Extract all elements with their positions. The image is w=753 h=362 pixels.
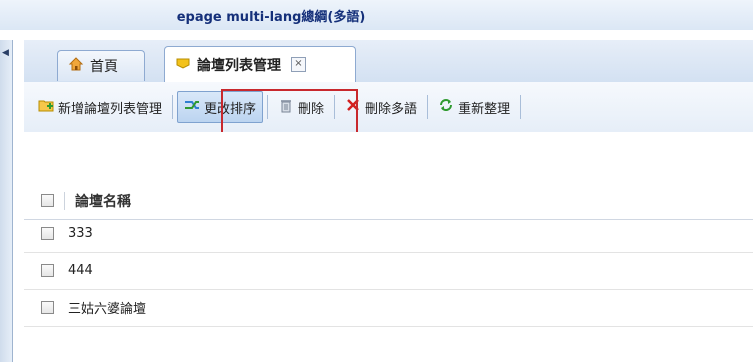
row-checkbox[interactable] [41, 301, 54, 314]
tab-forum-list-management[interactable]: 論壇列表管理 × [164, 46, 356, 82]
toolbar-separator [520, 95, 522, 119]
delete-multilang-label: 刪除多語 [365, 101, 418, 117]
shuffle-icon [184, 97, 200, 117]
forum-name-cell: 444 [68, 263, 93, 278]
column-separator [64, 191, 65, 210]
add-folder-icon [38, 97, 54, 117]
row-checkbox[interactable] [41, 227, 54, 240]
table-row[interactable]: 三姑六婆論壇 [24, 289, 753, 327]
window-title: epage multi-lang總綱(多語) [176, 10, 366, 25]
forum-name-cell: 333 [68, 226, 93, 241]
tab-home[interactable]: 首頁 [57, 50, 145, 81]
reorganize-button[interactable]: 重新整理 [432, 93, 516, 121]
sidebar-collapse-handle[interactable]: ◀ [0, 40, 13, 362]
chevron-left-icon: ◀ [2, 48, 9, 58]
table-row[interactable]: 333 [24, 215, 753, 253]
forum-list-grid: 論壇名稱 333 444 三姑六婆論壇 [24, 132, 753, 362]
add-forum-list-button[interactable]: 新增論壇列表管理 [32, 93, 168, 121]
window-titlebar: epage multi-lang總綱(多語) [0, 0, 753, 30]
row-checkbox[interactable] [41, 264, 54, 277]
toolbar-separator [172, 95, 174, 119]
add-forum-list-label: 新增論壇列表管理 [58, 101, 163, 117]
tab-home-label: 首頁 [90, 59, 118, 75]
refresh-icon [438, 97, 454, 117]
home-icon [68, 56, 84, 76]
tab-strip: 首頁 論壇列表管理 × [24, 40, 753, 83]
forum-name-cell: 三姑六婆論壇 [68, 302, 147, 317]
column-header-forum-name: 論壇名稱 [75, 193, 131, 210]
close-icon: × [294, 58, 303, 69]
tab-forum-list-management-label: 論壇列表管理 [197, 57, 281, 74]
table-row[interactable]: 444 [24, 252, 753, 290]
folder-icon [175, 55, 191, 75]
reorganize-label: 重新整理 [458, 101, 511, 117]
select-all-checkbox[interactable] [41, 194, 54, 207]
toolbar-separator [427, 95, 429, 119]
tab-close-button[interactable]: × [291, 57, 306, 72]
toolbar: 新增論壇列表管理 更改排序 刪除 刪除多語 重新整理 [24, 82, 753, 133]
